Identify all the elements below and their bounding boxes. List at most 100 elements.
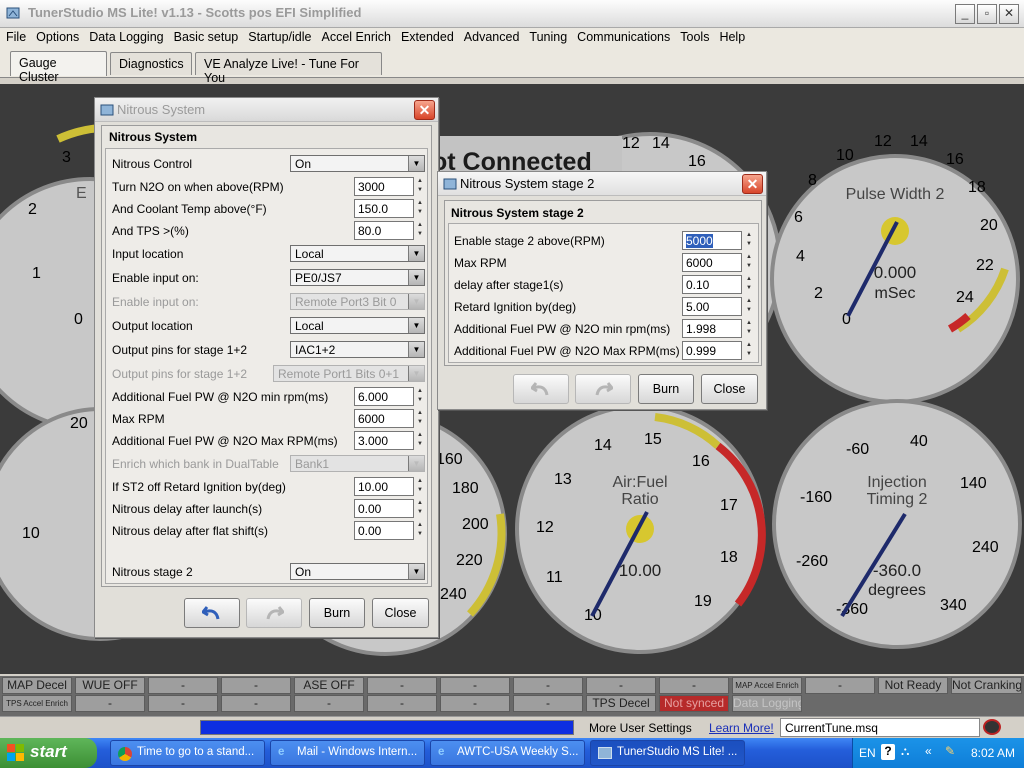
spinner[interactable]: ▲ ▼ (416, 387, 424, 406)
menu-data-logging[interactable]: Data Logging (83, 28, 167, 44)
tray-chevron-icon[interactable]: « (925, 744, 932, 758)
enable-stage2-input[interactable]: 5000 (682, 231, 742, 250)
enrich-bank-select: Bank1 ▼ (290, 455, 425, 472)
taskbar-item-chrome[interactable]: Time to go to a stand... (110, 740, 265, 766)
menu-options[interactable]: Options (30, 28, 83, 44)
svg-text:10: 10 (836, 147, 854, 164)
indicator-panel: MAP Decel WUE OFF - - ASE OFF - - - - - … (0, 676, 1024, 716)
taskbar-item-tunerstudio[interactable]: TunerStudio MS Lite! ... (590, 740, 745, 766)
maximize-button[interactable]: ▫ (977, 4, 997, 24)
spinner[interactable]: ▲ ▼ (745, 253, 753, 272)
indicator: - (440, 677, 510, 694)
output-location-select[interactable]: Local ▼ (290, 317, 425, 334)
spinner[interactable]: ▲ ▼ (745, 231, 753, 250)
air-fuel-label-1: Air:Fuel (612, 474, 667, 491)
delay-flat-shift-input[interactable]: 0.00 (354, 521, 414, 540)
mt-tick-16: 16 (688, 153, 706, 170)
tab-diagnostics[interactable]: Diagnostics (110, 52, 192, 75)
close-window-button[interactable]: ✕ (999, 4, 1019, 24)
language-indicator[interactable]: EN (859, 746, 876, 760)
indicator-map-decel: MAP Decel (2, 677, 72, 694)
coolant-temp-input[interactable]: 150.0 (354, 199, 414, 218)
mb-tick-200: 200 (462, 516, 489, 533)
tab-bar: Gauge Cluster Diagnostics VE Analyze Liv… (0, 48, 1024, 85)
spinner[interactable]: ▲ ▼ (745, 275, 753, 294)
pulse-width-unit: mSec (875, 285, 916, 302)
start-button[interactable]: start (0, 738, 97, 768)
delay-label: delay after stage1(s) (454, 278, 564, 292)
status-bar: More User Settings Learn More! CurrentTu… (0, 716, 1024, 738)
fuel-max-input[interactable]: 0.999 (682, 341, 742, 360)
close-button[interactable]: Close (701, 374, 758, 404)
nitrous-control-select[interactable]: On ▼ (290, 155, 425, 172)
help-icon[interactable]: ? (881, 744, 895, 760)
close-button[interactable]: Close (372, 598, 429, 628)
menu-extended[interactable]: Extended (395, 28, 458, 44)
menu-tools[interactable]: Tools (674, 28, 713, 44)
clock[interactable]: 8:02 AM (971, 746, 1015, 760)
menu-advanced[interactable]: Advanced (458, 28, 524, 44)
spinner[interactable]: ▲ ▼ (416, 477, 424, 496)
mt-tick-12: 12 (622, 135, 640, 152)
taskbar-item-mail[interactable]: e Mail - Windows Intern... (270, 740, 425, 766)
fuel-pw-max-input[interactable]: 3.000 (354, 431, 414, 450)
menu-accel-enrich[interactable]: Accel Enrich (315, 28, 394, 44)
menu-startup-idle[interactable]: Startup/idle (242, 28, 315, 44)
undo-button[interactable] (184, 598, 240, 628)
indicator: - (513, 695, 583, 712)
spinner[interactable]: ▲ ▼ (416, 177, 424, 196)
mb-tick-180: 180 (452, 480, 479, 497)
chrome-icon (118, 747, 132, 761)
dialog-close-icon[interactable]: ✕ (742, 174, 763, 194)
delay-input[interactable]: 0.10 (682, 275, 742, 294)
fuel-pw-min-label: Additional Fuel PW @ N2O min rpm(ms) (112, 390, 329, 404)
more-user-settings[interactable]: More User Settings (589, 721, 692, 735)
coolant-temp-label: And Coolant Temp above(°F) (112, 202, 267, 216)
dialog-close-icon[interactable]: ✕ (414, 100, 435, 120)
injection-label-2: Timing 2 (867, 491, 928, 508)
tps-input[interactable]: 80.0 (354, 221, 414, 240)
tray-app-icon[interactable]: ✎ (945, 744, 955, 758)
spinner[interactable]: ▲ ▼ (416, 221, 424, 240)
taskbar-item-awtc[interactable]: e AWTC-USA Weekly S... (430, 740, 585, 766)
spinner[interactable]: ▲ ▼ (745, 297, 753, 316)
menu-tuning[interactable]: Tuning (523, 28, 571, 44)
stage2-select[interactable]: On ▼ (290, 563, 425, 580)
minimize-button[interactable]: _ (955, 4, 975, 24)
enable-input-select[interactable]: PE0/JS7 ▼ (290, 269, 425, 286)
output-pins-select[interactable]: IAC1+2 ▼ (290, 341, 425, 358)
svg-text:6: 6 (794, 209, 803, 226)
tab-ve-analyze[interactable]: VE Analyze Live! - Tune For You (195, 52, 382, 85)
delay-launch-label: Nitrous delay after launch(s) (112, 502, 263, 516)
max-rpm-label: Max RPM (112, 412, 165, 426)
turn-on-rpm-input[interactable]: 3000 (354, 177, 414, 196)
indicator: - (221, 695, 291, 712)
burn-button[interactable]: Burn (638, 374, 694, 404)
spinner[interactable]: ▲ ▼ (745, 341, 753, 360)
retard-input[interactable]: 5.00 (682, 297, 742, 316)
spinner[interactable]: ▲ ▼ (416, 431, 424, 450)
spinner[interactable]: ▲ ▼ (416, 521, 424, 540)
max-rpm-input[interactable]: 6000 (354, 409, 414, 428)
network-icon[interactable]: ⛬ (901, 744, 909, 759)
burn-button[interactable]: Burn (309, 598, 365, 628)
spinner[interactable]: ▲ ▼ (416, 499, 424, 518)
spinner[interactable]: ▲ ▼ (416, 199, 424, 218)
retard-ignition-input[interactable]: 10.00 (354, 477, 414, 496)
spinner[interactable]: ▲ ▼ (416, 409, 424, 428)
fuel-pw-min-input[interactable]: 6.000 (354, 387, 414, 406)
fuel-min-input[interactable]: 1.998 (682, 319, 742, 338)
mb-tick-240: 240 (440, 586, 467, 603)
max-rpm-input[interactable]: 6000 (682, 253, 742, 272)
indicator-not-synced: Not synced (659, 695, 729, 712)
menu-file[interactable]: File (0, 28, 30, 44)
delay-launch-input[interactable]: 0.00 (354, 499, 414, 518)
tab-gauge-cluster[interactable]: Gauge Cluster (10, 51, 107, 84)
menu-communications[interactable]: Communications (571, 28, 674, 44)
menu-basic-setup[interactable]: Basic setup (168, 28, 243, 44)
spinner[interactable]: ▲ ▼ (745, 319, 753, 338)
ie-icon: e (438, 746, 445, 758)
input-location-select[interactable]: Local ▼ (290, 245, 425, 262)
menu-help[interactable]: Help (713, 28, 749, 44)
learn-more-link[interactable]: Learn More! (709, 721, 774, 735)
